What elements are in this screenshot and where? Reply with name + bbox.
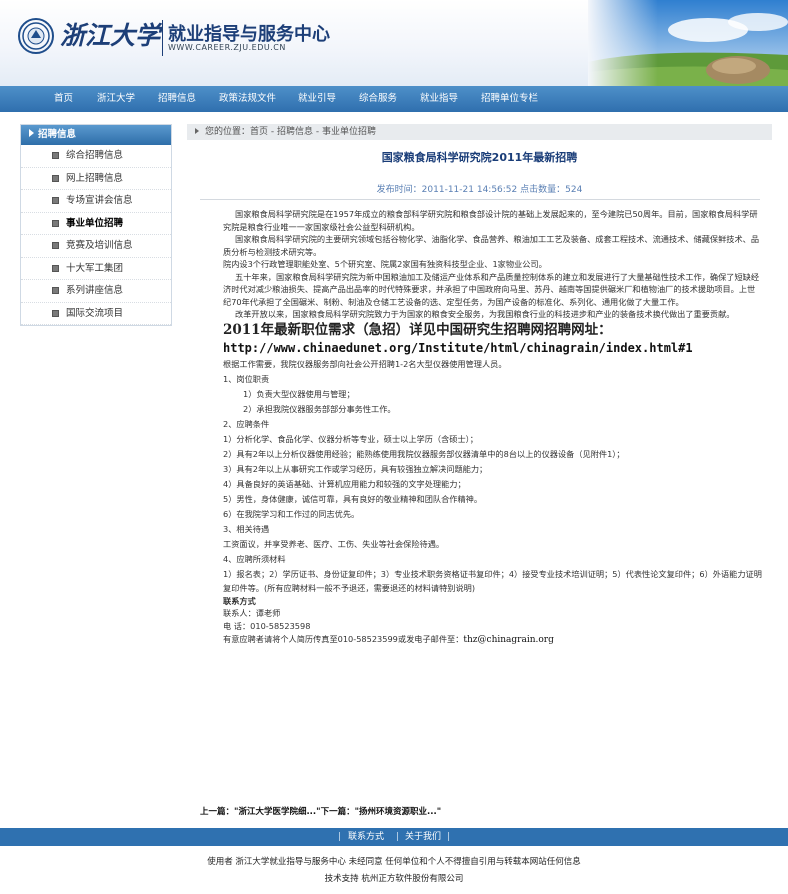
duty-item: 1）负责大型仪器使用与管理； <box>243 388 355 399</box>
square-bullet-icon <box>52 309 59 317</box>
sidebar-item-label: 专场宣讲会信息 <box>66 195 133 206</box>
sidebar-item-label: 事业单位招聘 <box>66 217 124 229</box>
sidebar-item-label: 国际交流项目 <box>66 307 124 319</box>
nav-services[interactable]: 综合服务 <box>359 86 397 112</box>
contact-note: 有意应聘者请将个人简历传真至010-58523599或发电子邮件至：thz@ch… <box>223 633 763 647</box>
requirement-item: 2）具有2年以上分析仪器使用经验；能熟练使用我院仪器服务部仪器清单中的8台以上的… <box>223 448 625 459</box>
prev-label: 上一篇： <box>200 807 235 817</box>
logo-divider <box>162 20 163 56</box>
site-url: WWW.CAREER.ZJU.EDU.CN <box>168 43 286 52</box>
square-bullet-icon <box>52 242 59 249</box>
footer-separator: | <box>396 832 400 842</box>
campus-banner-image <box>588 0 788 86</box>
about-link[interactable]: 关于我们 <box>405 828 441 846</box>
square-bullet-icon <box>52 197 59 204</box>
job-headline: 2011年最新职位需求（急招）详见中国研究生招聘网招聘网址： <box>223 321 612 338</box>
prev-next-nav: 上一篇："浙江大学医学院细..."下一篇："扬州环境资源职业..." <box>200 805 441 817</box>
section-heading: 4、应聘所须材料 <box>223 553 286 564</box>
square-bullet-icon <box>52 287 59 294</box>
intro-paragraph: 五十年来，国家粮食局科学研究院为新中国粮油加工及储运产业体系和产品质量控制体系的… <box>223 271 760 307</box>
intro-paragraph: 国家粮食局科学研究院的主要研究领域包括谷物化学、油脂化学、食品营养、粮油加工工艺… <box>223 234 760 257</box>
article-meta: 发布时间：2011-11-21 14:56:52 点击数量：524 <box>376 185 583 195</box>
breadcrumb-text[interactable]: 您的位置：首页 - 招聘信息 - 事业单位招聘 <box>205 127 376 137</box>
sidebar-title: 招聘信息 <box>38 129 77 140</box>
sidebar-item-label: 网上招聘信息 <box>66 172 124 184</box>
square-bullet-icon <box>52 152 59 159</box>
sidebar-item-label: 系列讲座信息 <box>66 285 124 296</box>
sidebar-item-online[interactable]: 网上招聘信息 <box>21 168 171 190</box>
benefit-text: 工资面议，并享受养老、医疗、工伤、失业等社会保险待遇。 <box>223 538 445 549</box>
sidebar-header: 招聘信息 <box>21 125 171 145</box>
sidebar-item-contests[interactable]: 竞赛及培训信息 <box>21 235 171 258</box>
square-bullet-icon <box>52 219 59 227</box>
footer-separator: | <box>447 832 451 842</box>
materials-text: 1）报名表；2）学历证书、身份证复印件；3）专业技术职务资格证书复印件；4）接受… <box>223 568 762 593</box>
nav-career-coaching[interactable]: 就业指导 <box>420 86 458 112</box>
tech-support: 技术支持 杭州正方软件股份有限公司 <box>324 874 464 884</box>
next-article-link[interactable]: "扬州环境资源职业..." <box>355 807 442 817</box>
sidebar-item-label: 综合招聘信息 <box>66 150 124 161</box>
nav-recruitment[interactable]: 招聘信息 <box>158 86 196 112</box>
sidebar: 招聘信息 综合招聘信息 网上招聘信息 专场宣讲会信息 事业单位招聘 竞赛及培训信… <box>20 124 172 326</box>
sidebar-item-label: 十大军工集团 <box>66 262 124 274</box>
next-label: 下一篇： <box>320 807 355 817</box>
footer-separator: | <box>338 832 342 842</box>
sidebar-item-label: 竞赛及培训信息 <box>66 240 133 251</box>
sidebar-item-public-institutions[interactable]: 事业单位招聘 <box>21 213 171 235</box>
intro-paragraph: 国家粮食局科学研究院是在1957年成立的粮食部科学研究院和粮食部设计院的基础上发… <box>223 209 758 232</box>
site-header: 浙江大学 就业指导与服务中心 WWW.CAREER.ZJU.EDU.CN <box>0 0 788 86</box>
requirement-item: 5）男性，身体健康，诚信可靠，具有良好的敬业精神和团队合作精神。 <box>223 493 483 504</box>
intro-paragraph: 改革开放以来，国家粮食局科学研究院致力于为国家的粮食安全服务，为我国粮食行业的科… <box>235 309 735 319</box>
job-summary: 根据工作需要，我院仪器服务部向社会公开招聘1-2名大型仪器使用管理人员。 <box>223 358 507 369</box>
sidebar-item-military-groups[interactable]: 十大军工集团 <box>21 258 171 280</box>
intro-paragraph: 院内设3个行政管理职能处室、5个研究室、院属2家国有独资科技型企业、1家物业公司… <box>223 259 547 269</box>
contact-phone: 电 话：010-58523598 <box>223 620 311 631</box>
contact-heading: 联系方式 <box>223 595 256 606</box>
duty-item: 2）承担我院仪器服务部部分事务性工作。 <box>243 403 396 414</box>
sidebar-item-seminars[interactable]: 专场宣讲会信息 <box>21 190 171 213</box>
contact-link[interactable]: 联系方式 <box>348 828 384 846</box>
article-divider <box>200 199 760 200</box>
copyright-notice: 使用者 浙江大学就业指导与服务中心 未经同意 任何单位和个人不得擅自引用与转载本… <box>207 857 581 867</box>
main-nav: 首页 浙江大学 招聘信息 政策法规文件 就业引导 综合服务 就业指导 招聘单位专… <box>0 86 788 112</box>
breadcrumb-arrow-icon <box>195 128 199 134</box>
sidebar-item-international[interactable]: 国际交流项目 <box>21 303 171 325</box>
article-body: 国家粮食局科学研究院是在1957年成立的粮食部科学研究院和粮食部设计院的基础上发… <box>223 208 763 647</box>
arrow-right-icon <box>29 129 34 137</box>
breadcrumb: 您的位置：首页 - 招聘信息 - 事业单位招聘 <box>187 124 772 140</box>
nav-policy[interactable]: 政策法规文件 <box>219 86 276 112</box>
nav-employer-column[interactable]: 招聘单位专栏 <box>481 86 538 112</box>
prev-article-link[interactable]: "浙江大学医学院细..." <box>234 807 321 817</box>
contact-person: 联系人：谭老师 <box>223 607 281 618</box>
sidebar-item-general[interactable]: 综合招聘信息 <box>21 145 171 168</box>
requirement-item: 3）具有2年以上从事研究工作或学习经历，具有较强独立解决问题能力； <box>223 463 488 474</box>
section-heading: 1、岗位职责 <box>223 373 270 384</box>
nav-guidance[interactable]: 就业引导 <box>298 86 336 112</box>
square-bullet-icon <box>52 264 59 272</box>
square-bullet-icon <box>52 174 59 182</box>
section-heading: 2、应聘条件 <box>223 418 270 429</box>
section-heading: 3、相关待遇 <box>223 523 270 534</box>
university-name[interactable]: 浙江大学 <box>60 16 160 52</box>
requirement-item: 4）具备良好的英语基础、计算机应用能力和较强的文字处理能力； <box>223 478 466 489</box>
job-link[interactable]: http://www.chinaedunet.org/Institute/htm… <box>223 339 763 357</box>
requirement-item: 1）分析化学、食品化学、仪器分析等专业，硕士以上学历（含硕士）； <box>223 433 478 444</box>
requirement-item: 6）在我院学习和工作过的同志优先。 <box>223 508 360 519</box>
nav-zju[interactable]: 浙江大学 <box>97 86 135 112</box>
university-emblem-icon[interactable] <box>18 18 54 54</box>
contact-email[interactable]: thz@chinagrain.org <box>463 635 553 645</box>
contact-note-text: 有意应聘者请将个人简历传真至010-58523599或发电子邮件至： <box>223 633 464 644</box>
sidebar-item-lectures[interactable]: 系列讲座信息 <box>21 280 171 303</box>
article-title: 国家粮食局科学研究院2011年最新招聘 <box>381 151 578 164</box>
footer-bar: | 联系方式 | 关于我们 | <box>0 828 788 846</box>
nav-home[interactable]: 首页 <box>54 86 73 112</box>
